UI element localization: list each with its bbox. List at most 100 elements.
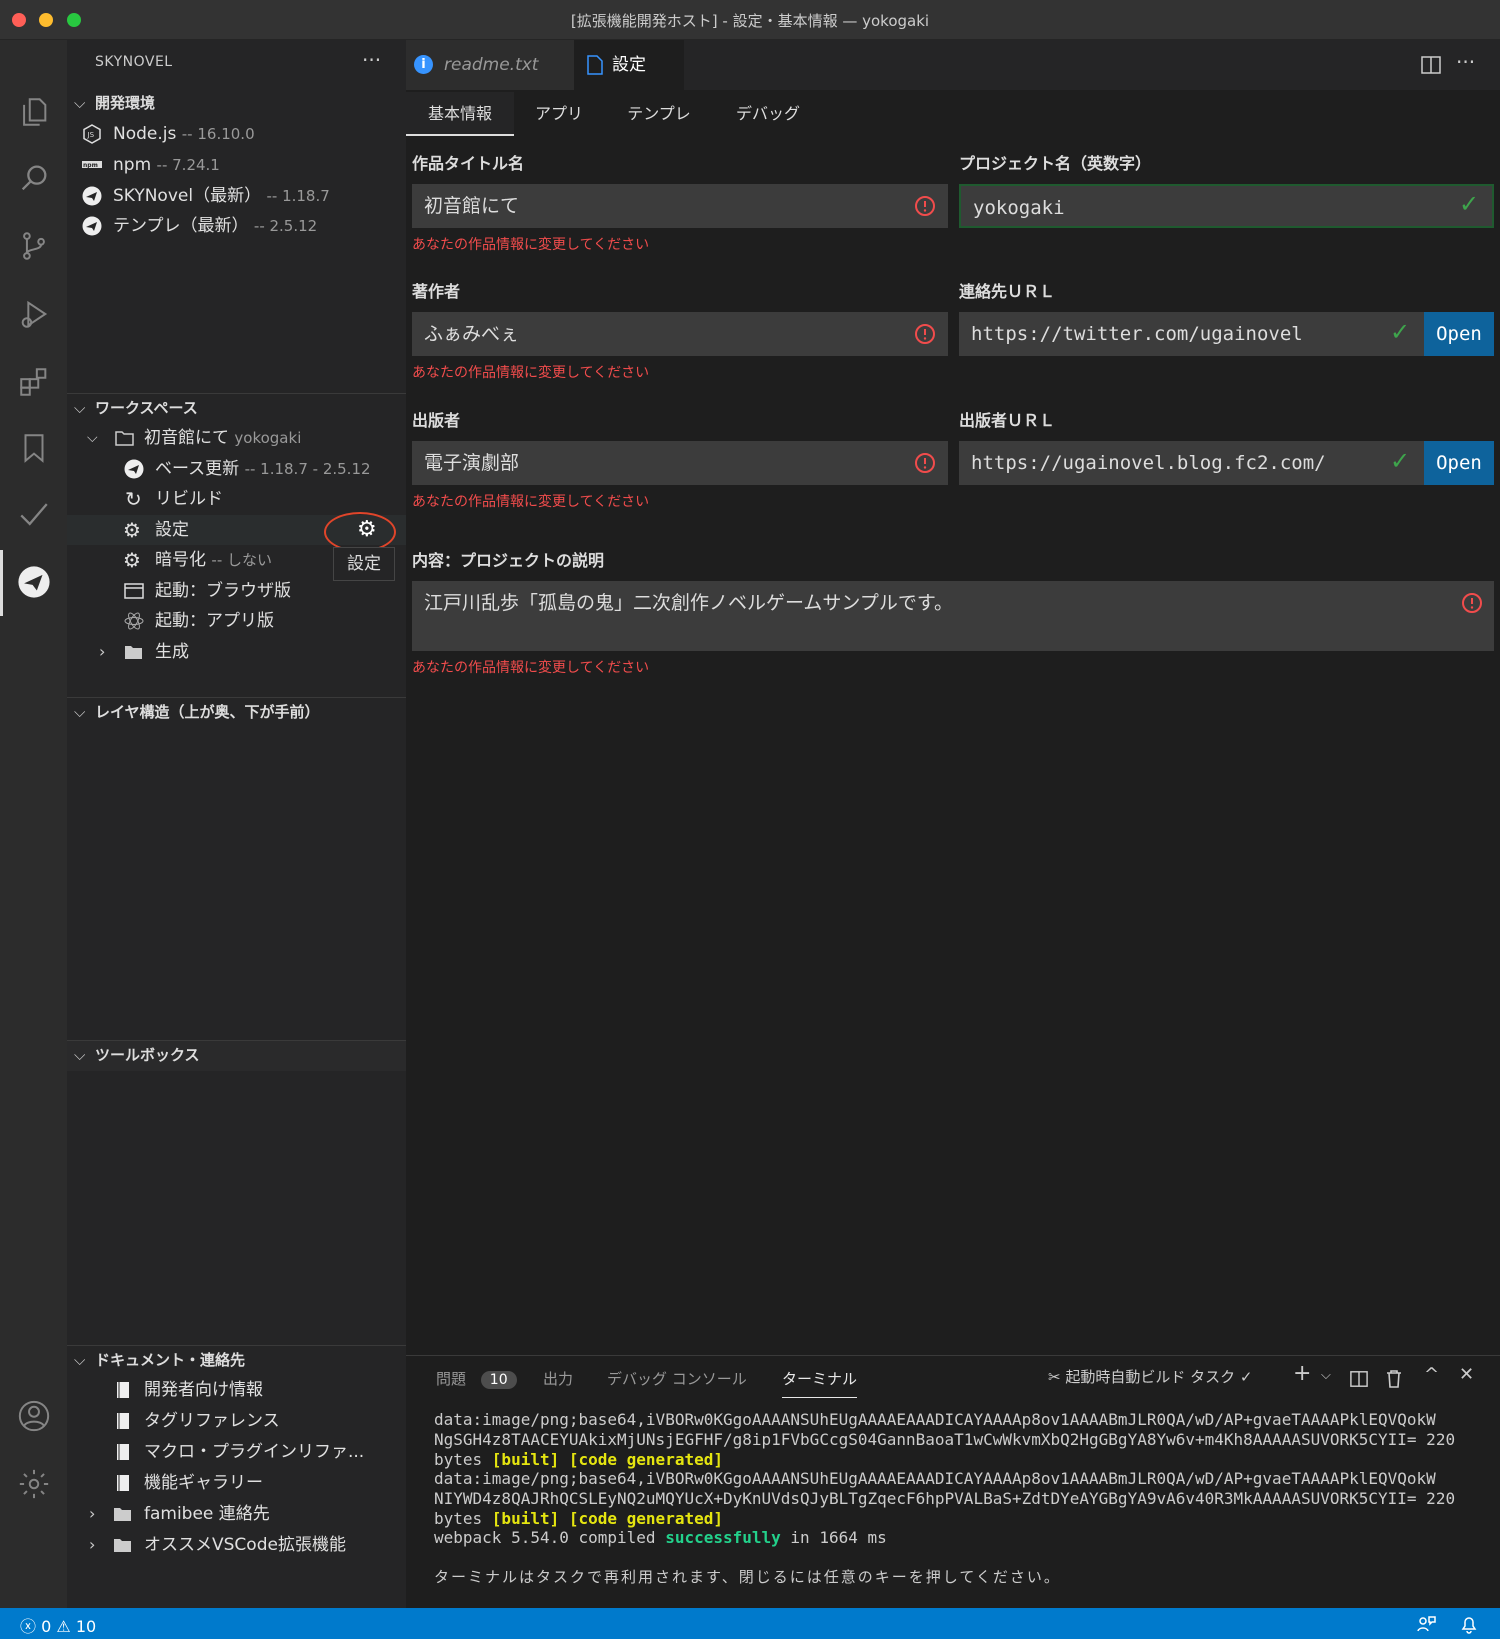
doc-item-developer[interactable]: 開発者向け情報 — [67, 1375, 406, 1405]
section-title: 開発環境 — [95, 94, 156, 112]
doc-item-gallery[interactable]: 機能ギャラリー — [67, 1468, 406, 1498]
split-editor-icon[interactable] — [1421, 55, 1441, 75]
terminal-text: in 1664 ms — [780, 1528, 887, 1547]
doc-item-famibee[interactable]: › famibee 連絡先 — [67, 1499, 406, 1529]
tree-item-launch-browser[interactable]: 起動：ブラウザ版 — [67, 576, 406, 606]
section-docs[interactable]: ⌵ ドキュメント・連絡先 — [67, 1345, 406, 1373]
list-item-npm[interactable]: npm npm -- 7.24.1 — [67, 150, 406, 180]
form-tab-debug[interactable]: デバッグ — [714, 92, 822, 136]
project-input[interactable]: yokogaki — [959, 184, 1494, 228]
author-input[interactable]: ふぁみべぇ — [412, 312, 948, 356]
publisher-url-open-button[interactable]: Open — [1424, 441, 1494, 485]
status-bar: ⓧ 0 ⚠ 10 — [0, 1608, 1500, 1639]
run-debug-icon[interactable] — [0, 284, 67, 344]
tree-item-base-update[interactable]: ベース更新 -- 1.18.7 - 2.5.12 — [67, 454, 406, 484]
section-toolbox[interactable]: ⌵ ツールボックス — [67, 1040, 406, 1071]
checkmark-icon[interactable] — [0, 484, 67, 544]
item-label: 初音館にて — [144, 428, 229, 448]
error-icon — [915, 324, 935, 344]
doc-item-macro-ref[interactable]: マクロ・プラグインリファ... — [67, 1437, 406, 1467]
tab-label: 問題 — [436, 1370, 467, 1388]
publisher-url-input[interactable]: https://ugainovel.blog.fc2.com/ — [959, 441, 1424, 485]
publisher-label: 出版者 — [412, 411, 461, 430]
tab-settings[interactable]: 設定 — [574, 40, 684, 90]
manage-gear-icon[interactable] — [0, 1454, 67, 1514]
item-label: SKYNovel（最新） — [113, 186, 262, 206]
item-label: 起動：ブラウザ版 — [155, 581, 291, 601]
source-control-icon[interactable] — [0, 216, 67, 276]
add-terminal-icon[interactable]: + — [1293, 1361, 1311, 1386]
task-selector[interactable]: ✂ 起動時自動ビルド タスク ✓ — [1048, 1366, 1253, 1387]
book-icon — [117, 1413, 129, 1429]
section-layer[interactable]: ⌵ レイヤ構造（上が奥、下が手前） — [67, 697, 406, 725]
item-label: famibee 連絡先 — [144, 1504, 270, 1524]
panel-tab-terminal[interactable]: ターミナル — [782, 1368, 858, 1398]
chevron-down-icon[interactable]: ⌵ — [1321, 1368, 1331, 1383]
form-tab-app[interactable]: アプリ — [514, 92, 604, 136]
bookmark-icon[interactable] — [0, 418, 67, 478]
sidebar-title: SKYNOVEL — [95, 54, 173, 70]
contact-url-input[interactable]: https://twitter.com/ugainovel — [959, 312, 1424, 356]
list-item-skynovel[interactable]: SKYNovel（最新） -- 1.18.7 — [67, 181, 406, 211]
error-status-icon: ⓧ — [20, 1617, 37, 1636]
tree-item-encrypt[interactable]: ⚙ 暗号化 -- しない — [67, 545, 406, 575]
chevron-down-icon: ⌵ — [74, 1046, 86, 1064]
section-title: ツールボックス — [95, 1046, 200, 1064]
tree-item-generate[interactable]: › 生成 — [67, 637, 406, 667]
feedback-icon[interactable] — [1416, 1614, 1436, 1634]
item-version: -- 7.24.1 — [156, 156, 220, 174]
title-input[interactable]: 初音館にて — [412, 184, 948, 228]
problems-badge: 10 — [480, 1371, 517, 1389]
title-label: 作品タイトル名 — [412, 154, 525, 173]
contact-url-open-button[interactable]: Open — [1424, 312, 1494, 356]
trash-icon[interactable] — [1385, 1369, 1403, 1389]
tree-item-launch-app[interactable]: 起動：アプリ版 — [67, 606, 406, 636]
section-title: ワークスペース — [95, 399, 198, 417]
tree-item-project[interactable]: ⌵ 初音館にて yokogaki — [67, 423, 406, 453]
account-icon[interactable] — [0, 1386, 67, 1446]
doc-item-tag-ref[interactable]: タグリファレンス — [67, 1406, 406, 1436]
doc-item-vscode-ext[interactable]: › オススメVSCode拡張機能 — [67, 1530, 406, 1560]
more-actions-icon[interactable]: ··· — [1456, 50, 1475, 74]
item-label: 開発者向け情報 — [144, 1380, 263, 1400]
tree-item-rebuild[interactable]: ↻ リビルド — [67, 484, 406, 514]
chevron-right-icon: › — [89, 1535, 96, 1554]
sidebar-more-button[interactable]: ··· — [362, 48, 381, 72]
skynovel-icon[interactable] — [0, 552, 67, 612]
split-terminal-icon[interactable] — [1350, 1370, 1368, 1388]
form-tab-basic[interactable]: 基本情報 — [406, 92, 514, 136]
editor-tab-bar: i readme.txt 設定 ··· — [406, 40, 1500, 90]
panel-tab-output[interactable]: 出力 — [543, 1368, 573, 1389]
section-workspace[interactable]: ⌵ ワークスペース — [67, 393, 406, 421]
gear-icon: ⚙ — [123, 548, 141, 572]
check-icon: ✓ — [1390, 318, 1411, 346]
section-dev-env[interactable]: ⌵ 開発環境 — [67, 89, 406, 117]
terminal-line: ターミナルはタスクで再利用されます、閉じるには任意のキーを押してください。 — [434, 1568, 1061, 1586]
chevron-down-icon: ⌵ — [74, 1351, 86, 1369]
list-item-template[interactable]: テンプレ（最新） -- 2.5.12 — [67, 211, 406, 241]
publisher-input[interactable]: 電子演劇部 — [412, 441, 948, 485]
activity-bar — [0, 40, 67, 1608]
tools-icon: ✂ — [1048, 1368, 1061, 1386]
description-label: 内容：プロジェクトの説明 — [412, 551, 605, 570]
extensions-icon[interactable] — [0, 352, 67, 412]
problems-status[interactable]: ⓧ 0 ⚠ 10 — [20, 1613, 96, 1637]
section-title: レイヤ構造（上が奥、下が手前） — [95, 703, 320, 721]
description-textarea[interactable]: 江戸川乱歩「孤島の鬼」二次創作ノベルゲームサンプルです。 — [412, 581, 1494, 651]
notifications-bell-icon[interactable] — [1460, 1614, 1478, 1634]
panel-tab-problems[interactable]: 問題 10 — [436, 1368, 517, 1389]
close-panel-icon[interactable]: ✕ — [1459, 1364, 1474, 1385]
check-icon: ✓ — [1239, 1368, 1253, 1386]
title-error: あなたの作品情報に変更してください — [412, 237, 650, 253]
maximize-panel-icon[interactable]: ^ — [1424, 1364, 1439, 1385]
terminal-line: webpack 5.54.0 compiled successfully in … — [434, 1528, 887, 1547]
svg-text:npm: npm — [83, 162, 98, 169]
terminal-text: bytes — [434, 1450, 492, 1469]
terminal-line: NIYWD4z8QAJRhQCSLEyNQ2uMQYUcX+DyKnUVdsQJ… — [434, 1489, 1456, 1508]
form-tab-template[interactable]: テンプレ — [604, 92, 714, 136]
search-icon[interactable] — [0, 148, 67, 208]
list-item-nodejs[interactable]: JS Node.js -- 16.10.0 — [67, 119, 406, 149]
panel-tab-debug-console[interactable]: デバッグ コンソール — [607, 1368, 747, 1389]
explorer-icon[interactable] — [0, 82, 67, 142]
tab-readme[interactable]: i readme.txt — [406, 40, 574, 90]
